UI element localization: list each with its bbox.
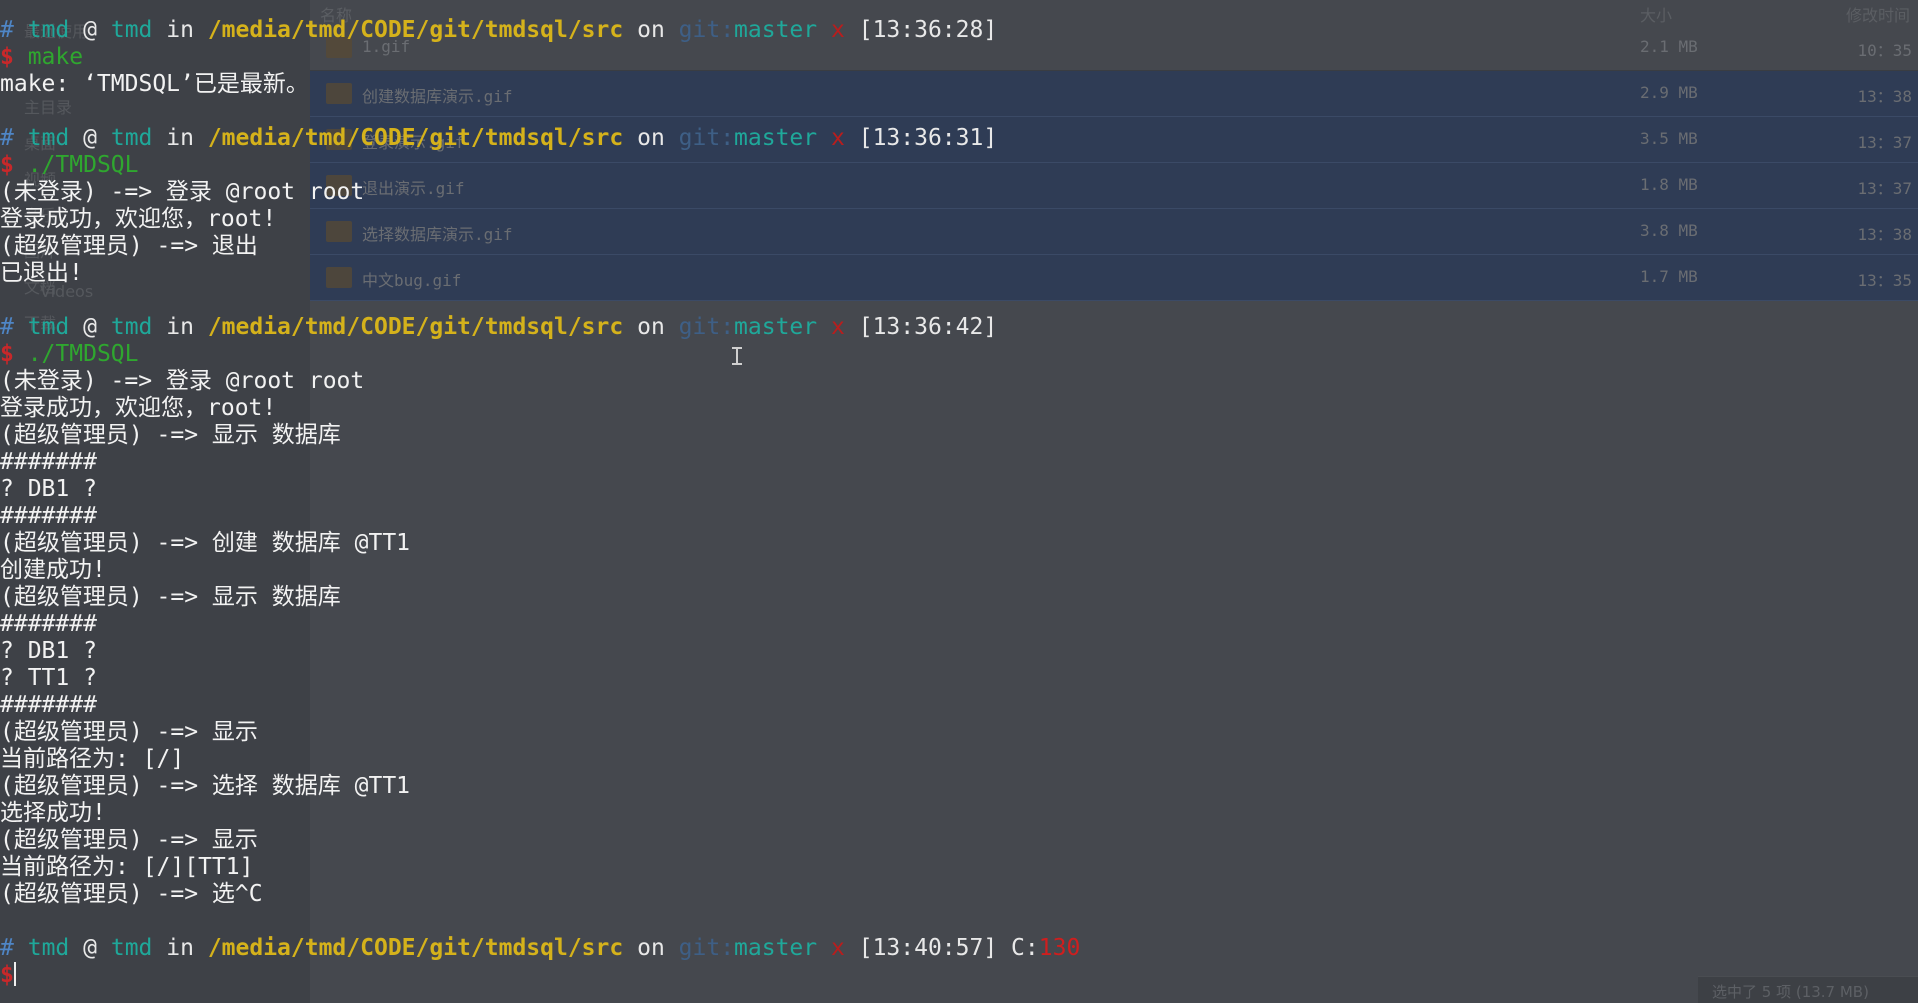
output-line: ####### [0, 449, 97, 475]
output-line: (超级管理员) -=> 选择 数据库 @TT1 [0, 773, 411, 799]
prompt-in: in [166, 17, 194, 43]
prompt-path: /media/tmd/CODE/git/tmdsql/src [207, 125, 624, 151]
command-line: $ ./TMDSQL [0, 341, 1080, 368]
blank-line [0, 98, 1080, 125]
git-dirty-mark: x [831, 17, 845, 43]
exit-code-value: 130 [1038, 935, 1081, 961]
git-dirty-mark: x [831, 935, 845, 961]
output-line: (超级管理员) -=> 退出 [0, 233, 258, 259]
git-label: git: [678, 17, 735, 43]
prompt-user: tmd [27, 125, 70, 151]
output-line: make: ‘TMDSQL’已是最新。 [0, 71, 309, 97]
output-line: 登录成功，欢迎您，root! [0, 395, 277, 421]
prompt-line: # tmd @ tmd in /media/tmd/CODE/git/tmdsq… [0, 314, 1080, 341]
prompt-line: # tmd @ tmd in /media/tmd/CODE/git/tmdsq… [0, 125, 1080, 152]
output-line: 当前路径为: [/][TT1] [0, 854, 254, 880]
terminal-window[interactable]: # tmd @ tmd in /media/tmd/CODE/git/tmdsq… [0, 0, 1918, 1003]
prompt-user: tmd [27, 935, 70, 961]
prompt-user: tmd [27, 17, 70, 43]
output-line: 创建成功! [0, 557, 106, 583]
prompt-dollar: $ [0, 44, 14, 70]
prompt-user: tmd [27, 314, 70, 340]
output-line: (超级管理员) -=> 显示 数据库 [0, 584, 341, 610]
prompt-host: tmd [110, 125, 153, 151]
output-line: (超级管理员) -=> 显示 [0, 719, 258, 745]
output-line: (超级管理员) -=> 选^C [0, 881, 263, 907]
ibeam-cursor-icon [732, 347, 742, 365]
text-cursor [13, 962, 16, 986]
prompt-path: /media/tmd/CODE/git/tmdsql/src [207, 935, 624, 961]
prompt-on: on [637, 125, 665, 151]
output-line: ? DB1 ? [0, 476, 97, 502]
git-dirty-mark: x [831, 314, 845, 340]
input-line[interactable]: $ [0, 962, 1080, 989]
prompt-on: on [637, 314, 665, 340]
prompt-line: # tmd @ tmd in /media/tmd/CODE/git/tmdsq… [0, 935, 1080, 962]
terminal-output: # tmd @ tmd in /media/tmd/CODE/git/tmdsq… [0, 17, 1080, 989]
prompt-at: @ [83, 125, 97, 151]
prompt-hash: # [0, 935, 14, 961]
prompt-dollar: $ [0, 962, 14, 988]
prompt-time: [13:36:31] [858, 125, 998, 151]
git-branch: master [734, 314, 818, 340]
output-line: ####### [0, 611, 97, 637]
prompt-line: # tmd @ tmd in /media/tmd/CODE/git/tmdsq… [0, 17, 1080, 44]
git-dirty-mark: x [831, 125, 845, 151]
prompt-time: [13:36:42] [858, 314, 998, 340]
prompt-host: tmd [110, 17, 153, 43]
output-line: (未登录) -=> 登录 @root root [0, 368, 365, 394]
git-label: git: [678, 935, 735, 961]
prompt-hash: # [0, 17, 14, 43]
command-line: $ make [0, 44, 1080, 71]
prompt-at: @ [83, 935, 97, 961]
prompt-host: tmd [110, 935, 153, 961]
prompt-in: in [166, 314, 194, 340]
command-text: make [13, 44, 84, 70]
output-line: 登录成功，欢迎您，root! [0, 206, 277, 232]
blank-line [0, 908, 1080, 935]
output-line: 已退出! [0, 260, 83, 286]
git-branch: master [734, 935, 818, 961]
prompt-hash: # [0, 314, 14, 340]
prompt-time: [13:40:57] [858, 935, 998, 961]
git-branch: master [734, 17, 818, 43]
git-branch: master [734, 125, 818, 151]
prompt-path: /media/tmd/CODE/git/tmdsql/src [207, 314, 624, 340]
output-line: (超级管理员) -=> 显示 [0, 827, 258, 853]
blank-line [0, 287, 1080, 314]
prompt-in: in [166, 125, 194, 151]
output-line: 当前路径为: [/] [0, 746, 185, 772]
prompt-dollar: $ [0, 152, 14, 178]
output-line: 选择成功! [0, 800, 106, 826]
git-label: git: [678, 125, 735, 151]
command-text: ./TMDSQL [13, 152, 139, 178]
prompt-at: @ [83, 17, 97, 43]
output-line: (超级管理员) -=> 创建 数据库 @TT1 [0, 530, 411, 556]
exit-code-label: C: [997, 935, 1039, 961]
git-label: git: [678, 314, 735, 340]
command-text: ./TMDSQL [13, 341, 139, 367]
prompt-path: /media/tmd/CODE/git/tmdsql/src [207, 17, 624, 43]
output-line: (未登录) -=> 登录 @root root [0, 179, 365, 205]
prompt-time: [13:36:28] [858, 17, 998, 43]
prompt-at: @ [83, 314, 97, 340]
prompt-host: tmd [110, 314, 153, 340]
prompt-on: on [637, 17, 665, 43]
output-line: ####### [0, 692, 97, 718]
prompt-dollar: $ [0, 341, 14, 367]
prompt-hash: # [0, 125, 14, 151]
output-line: (超级管理员) -=> 显示 数据库 [0, 422, 341, 448]
output-line: ? TT1 ? [0, 665, 97, 691]
output-line: ####### [0, 503, 97, 529]
command-line: $ ./TMDSQL [0, 152, 1080, 179]
prompt-on: on [637, 935, 665, 961]
prompt-in: in [166, 935, 194, 961]
output-line: ? DB1 ? [0, 638, 97, 664]
